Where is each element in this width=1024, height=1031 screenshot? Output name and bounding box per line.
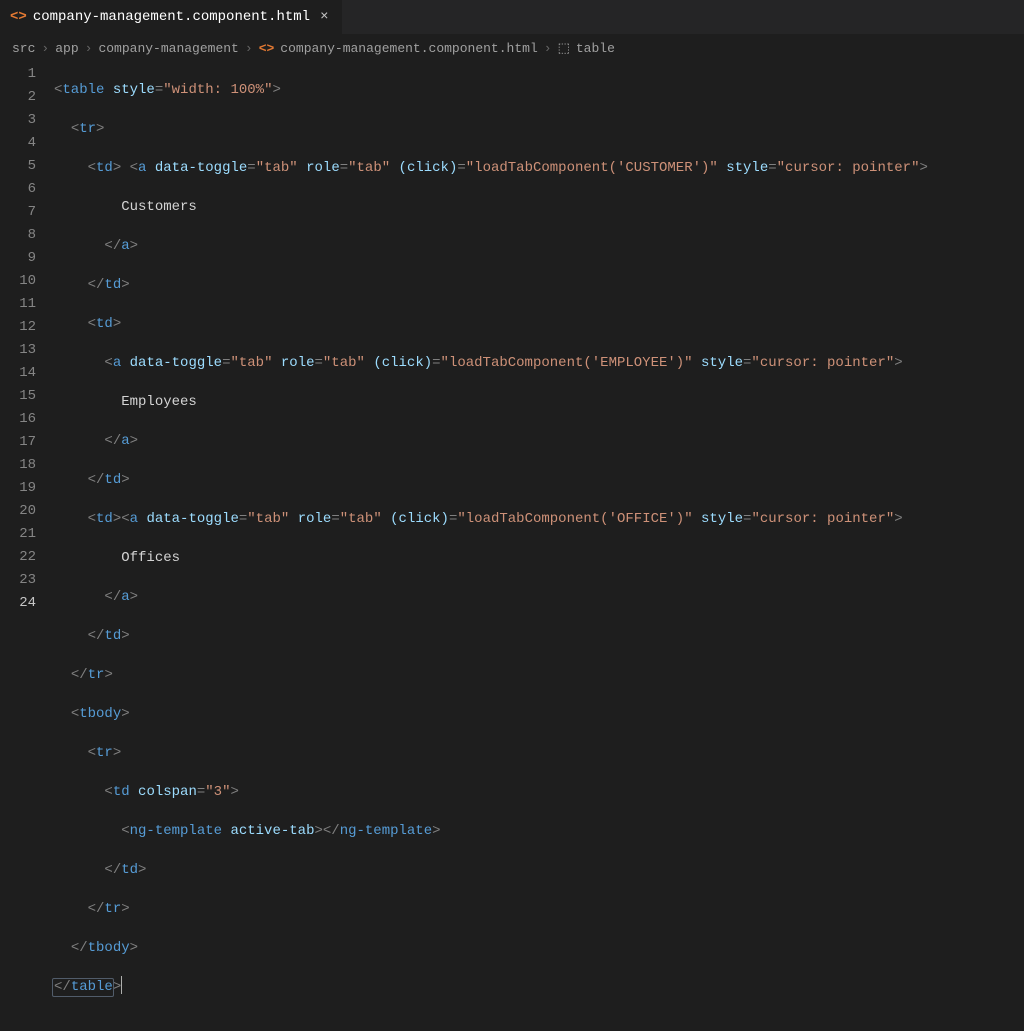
line-number-gutter: 123456789101112131415161718192021222324	[0, 61, 54, 639]
html-file-icon: <>	[10, 9, 27, 25]
code-area[interactable]: <table style="width: 100%"> <tr> <td> <a…	[54, 61, 1024, 639]
breadcrumb-segment[interactable]: app	[55, 41, 78, 56]
symbol-icon: ⬚	[558, 41, 570, 56]
breadcrumb-segment[interactable]: company-management.component.html	[280, 41, 537, 56]
tab-bar: <> company-management.component.html ×	[0, 0, 1024, 35]
breadcrumb-segment[interactable]: table	[576, 41, 615, 56]
editor-tab[interactable]: <> company-management.component.html ×	[0, 0, 343, 34]
close-icon[interactable]: ×	[316, 9, 332, 25]
chevron-right-icon: ›	[544, 41, 552, 56]
chevron-right-icon: ›	[85, 41, 93, 56]
editor[interactable]: 123456789101112131415161718192021222324 …	[0, 61, 1024, 639]
text-cursor	[121, 976, 122, 994]
html-file-icon: <>	[259, 41, 275, 56]
breadcrumb-segment[interactable]: src	[12, 41, 35, 56]
chevron-right-icon: ›	[245, 41, 253, 56]
breadcrumb[interactable]: src › app › company-management › <> comp…	[0, 35, 1024, 61]
tab-filename: company-management.component.html	[33, 9, 310, 25]
breadcrumb-segment[interactable]: company-management	[98, 41, 238, 56]
chevron-right-icon: ›	[41, 41, 49, 56]
